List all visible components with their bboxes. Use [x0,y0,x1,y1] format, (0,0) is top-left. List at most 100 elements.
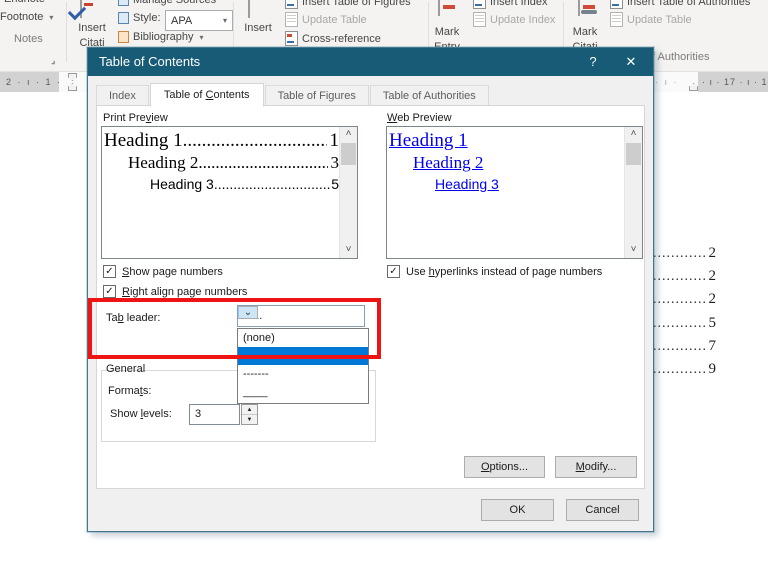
insert-table-of-figures-button[interactable]: Insert Table of Figures [285,0,411,9]
spin-up-icon[interactable]: ▲ [242,405,257,415]
use-hyperlinks-checkbox[interactable]: ✓ Use hyperlinks instead of page numbers [387,265,602,278]
web-preview-label: Web Preview [387,112,452,124]
insert-index-button[interactable]: Insert Index [473,0,547,9]
dialog-titlebar[interactable]: Table of Contents ? ✕ [88,48,653,76]
web-heading-link: Heading 2 [413,153,484,172]
dropdown-option-dashes[interactable]: ------- [238,365,368,383]
document-toc-line: ........................................… [644,356,716,378]
preview-heading-3: Heading 3 ..............................… [104,174,339,194]
web-heading-3: Heading 3 [389,174,624,194]
chevron-down-icon: ⌄ [243,307,253,318]
insert-table-of-figures-label: Insert Table of Figures [302,0,411,8]
bibliography-icon [118,31,129,43]
style-combobox[interactable]: APA ▾ [165,10,233,31]
combo-arrow-icon[interactable]: ▾ [218,16,232,25]
insert-citation-button[interactable]: Insert [72,22,112,34]
horizontal-ruler-left[interactable]: 2 · ı · 1 · ı · ı [0,72,88,92]
tab-index[interactable]: Index [96,85,149,106]
scroll-down-icon[interactable]: ˅ [625,243,642,258]
update-table-authorities-disabled: Update Table [610,12,692,27]
ruler-marks: · ı · 17 · ı · 18 [702,77,768,87]
formats-label: Formats: [108,385,152,397]
insert-caption-button[interactable]: Insert [240,22,276,34]
dot-leader: ........................................… [198,153,327,172]
chevron-down-icon: ▾ [199,32,204,42]
update-table-icon [285,12,298,27]
cancel-button[interactable]: Cancel [566,499,639,521]
insert-citation-icon [67,0,93,21]
insert-table-of-authorities-label: Insert Table of Authorities [627,0,751,8]
style-row: Style: [118,12,161,24]
checkbox-check-icon: ✓ [103,265,116,278]
style-value: APA [171,14,193,27]
ok-button[interactable]: OK [481,499,554,521]
update-index-icon [473,12,486,27]
manage-sources-button[interactable]: Manage Sources [118,0,216,6]
bibliography-dropdown-button[interactable]: Bibliography ▾ [118,31,204,43]
toc-page-number: 9 [708,361,717,377]
word-window: Endnote Footnote ▾ Notes ⌟ Insert Citati… [0,0,768,580]
dropdown-option-underscores[interactable]: ____ [238,383,368,401]
print-preview-label: Print Preview [103,112,168,124]
preview-heading-text: Heading 2 [128,153,199,172]
mark-entry-button[interactable]: Mark [428,26,466,38]
checkbox-check-icon: ✓ [103,285,116,298]
close-button[interactable]: ✕ [615,48,647,76]
help-button[interactable]: ? [577,48,609,76]
dialog-title: Table of Contents [99,54,201,69]
checkbox-label: Show page numbers [122,265,223,278]
preview-page-number: 5 [331,176,339,192]
print-preview-scrollbar[interactable]: ˄ ˅ [339,127,357,258]
preview-heading-text: Heading 3 [150,176,214,192]
scroll-up-icon[interactable]: ˄ [625,127,642,142]
scroll-down-icon[interactable]: ˅ [340,243,357,258]
scroll-up-icon[interactable]: ˄ [340,127,357,142]
preview-heading-text: Heading 1 [104,130,183,151]
insert-endnote-button[interactable]: Endnote [4,0,45,5]
update-index-label: Update Index [490,13,556,26]
combobox-dropdown-button[interactable]: ⌄ [238,306,258,319]
manage-sources-label: Manage Sources [133,0,217,6]
insert-table-of-authorities-button[interactable]: Insert Table of Authorities [610,0,750,9]
right-indent-marker[interactable] [689,83,698,91]
checkbox-label: Use hyperlinks instead of page numbers [406,265,603,278]
style-icon [118,12,129,24]
horizontal-ruler-right[interactable]: · ı · · ı · 17 · ı · 18 [652,72,768,92]
tab-leader-label: Tab leader: [106,312,161,324]
tab-table-of-figures[interactable]: Table of Figures [264,85,369,106]
document-toc-line: ........................................… [644,263,716,285]
web-preview-scrollbar[interactable]: ˄ ˅ [624,127,642,258]
footnote-dropdown-button[interactable]: Footnote ▾ [0,11,53,23]
spin-down-icon[interactable]: ▼ [242,415,257,424]
toc-page-number: 2 [708,268,717,284]
tab-table-of-authorities[interactable]: Table of Authorities [369,85,489,106]
show-levels-label: Show levels: [110,408,172,420]
cross-reference-icon [285,31,298,46]
show-levels-spinner[interactable]: ▲ ▼ [241,404,258,425]
update-table-icon [610,12,623,27]
cross-reference-button[interactable]: Cross-reference [285,31,381,46]
document-toc-line: ........................................… [644,286,716,308]
modify-button[interactable]: Modify... [555,456,637,478]
right-align-page-numbers-checkbox[interactable]: ✓ Right align page numbers [103,285,247,298]
options-button[interactable]: Options... [464,456,545,478]
scrollbar-thumb[interactable] [341,143,356,165]
dialog-launcher-icon[interactable]: ⌟ [51,55,56,66]
update-table-label: Update Table [302,13,367,26]
table-of-contents-dialog: Table of Contents ? ✕ Index Table of Con… [87,47,654,532]
cross-reference-label: Cross-reference [302,32,381,45]
dropdown-option-dots-selected[interactable]: ...... [238,347,368,365]
dot-leader: ........................................… [182,130,327,151]
show-levels-input[interactable]: 3 [189,404,240,425]
show-page-numbers-checkbox[interactable]: ✓ Show page numbers [103,265,223,278]
print-preview-content: Heading 1 ..............................… [104,129,339,256]
tab-table-of-contents[interactable]: Table of Contents [149,83,264,107]
mark-citation-button[interactable]: Mark [566,26,604,38]
dropdown-option-none[interactable]: (none) [238,329,368,347]
checkbox-check-icon: ✓ [387,265,400,278]
web-heading-1: Heading 1 [389,129,624,152]
scrollbar-thumb[interactable] [626,143,641,165]
dialog-tabstrip: Index Table of Contents Table of Figures… [96,82,490,107]
tab-leader-combobox[interactable]: ...... ⌄ [237,305,365,327]
insert-table-of-authorities-icon [610,0,623,9]
